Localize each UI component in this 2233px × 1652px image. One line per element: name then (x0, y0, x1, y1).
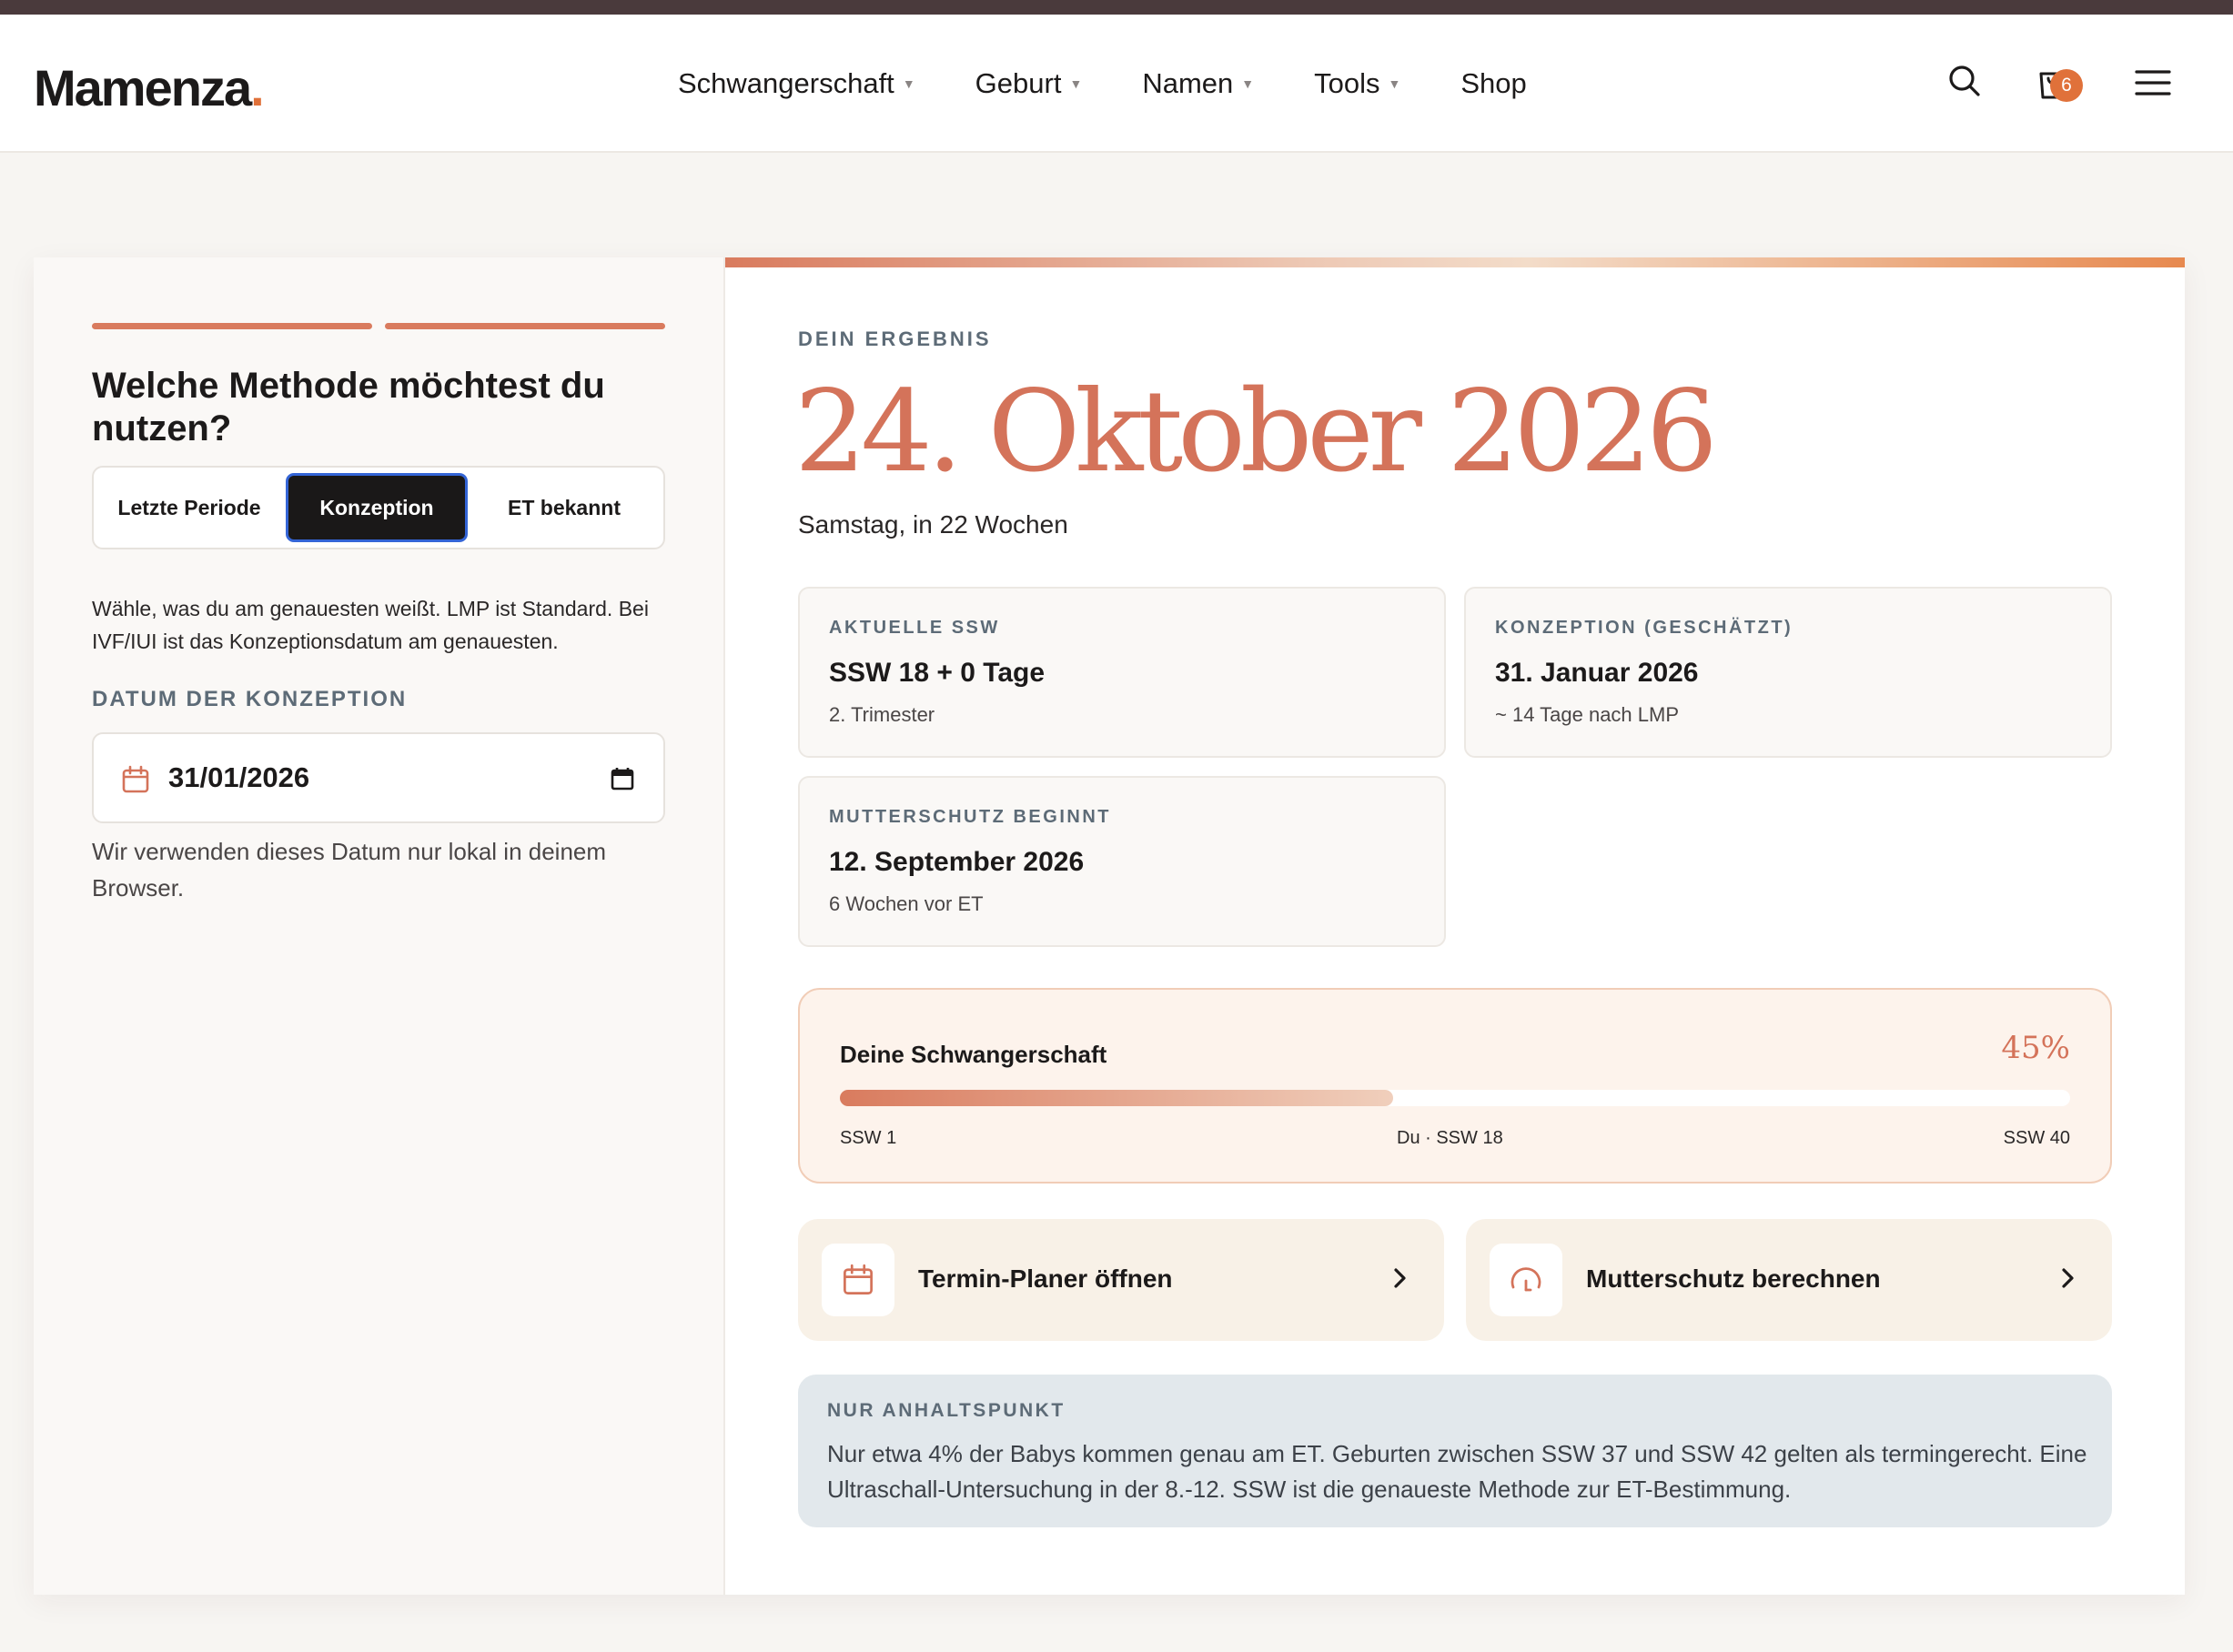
method-help-text: Wähle, was du am genauesten weißt. LMP i… (92, 597, 649, 653)
date-input-value: 31/01/2026 (168, 761, 310, 793)
termin-planer-button[interactable]: Termin-Planer öffnen (798, 1219, 1444, 1341)
info-card-subtext: ~ 14 Tage nach LMP (1495, 703, 1680, 726)
info-card-subtext: 2. Trimester (829, 703, 935, 726)
logo[interactable]: Mamenza. (34, 58, 265, 117)
step-indicator-1 (92, 323, 372, 329)
due-date: 24. Oktober 2026 (794, 367, 1718, 498)
result-gradient-strip (725, 257, 2185, 267)
disclaimer-note: NUR ANHALTSPUNKT Nur etwa 4% der Babys k… (798, 1375, 2112, 1527)
info-card-label: KONZEPTION (GESCHÄTZT) (1495, 618, 1793, 638)
progress-end-label: SSW 40 (2003, 1128, 2070, 1148)
method-option-et-bekannt[interactable]: ET bekannt (474, 473, 654, 542)
note-label: NUR ANHALTSPUNKT (827, 1400, 1066, 1421)
nav-label: Namen (1142, 67, 1234, 99)
nav-item-namen[interactable]: Namen ▼ (1142, 67, 1254, 100)
info-card-value: SSW 18 + 0 Tage (829, 658, 1046, 688)
nav-label: Schwangerschaft (678, 67, 894, 99)
nav-label: Shop (1460, 67, 1527, 99)
method-form: Welche Methode möchtest du nutzen? Letzt… (34, 257, 725, 1595)
nav-label: Geburt (975, 67, 1062, 99)
gauge-icon (1490, 1244, 1562, 1316)
date-privacy-note: Wir verwenden dieses Datum nur lokal in … (92, 838, 607, 902)
method-selector: Letzte Periode Konzeption ET bekannt (92, 466, 665, 549)
chevron-right-icon (2059, 1264, 2077, 1296)
chevron-down-icon: ▼ (1388, 76, 1401, 91)
top-accent-bar (0, 0, 2233, 15)
result-label: DEIN ERGEBNIS (798, 327, 992, 350)
due-date-subtitle: Samstag, in 22 Wochen (798, 510, 1068, 539)
info-card-label: MUTTERSCHUTZ BEGINNT (829, 807, 1111, 827)
progress-track (840, 1090, 2070, 1106)
method-option-konzeption[interactable]: Konzeption (286, 473, 468, 542)
chevron-down-icon: ▼ (902, 76, 915, 91)
info-card-subtext: 6 Wochen vor ET (829, 892, 984, 915)
site-header: Mamenza. Schwangerschaft ▼ Geburt ▼ Namen ▼… (0, 15, 2233, 153)
nav-item-shop[interactable]: Shop (1460, 67, 1526, 100)
logo-dot: . (250, 59, 265, 116)
info-card-conception: KONZEPTION (GESCHÄTZT) 31. Januar 2026 ~… (1464, 587, 2112, 758)
progress-percent: 45% (2001, 1030, 2070, 1066)
action-label: Mutterschutz berechnen (1586, 1264, 1881, 1293)
progress-fill (840, 1090, 1394, 1106)
progress-title: Deine Schwangerschaft (840, 1041, 1107, 1068)
chevron-right-icon (1391, 1264, 1410, 1296)
cart-count-badge: 6 (2050, 69, 2083, 102)
nav-label: Tools (1314, 67, 1380, 99)
method-option-letzte-periode[interactable]: Letzte Periode (99, 473, 279, 542)
info-card-current-week: AKTUELLE SSW SSW 18 + 0 Tage 2. Trimeste… (798, 587, 1446, 758)
conception-date-input[interactable]: 31/01/2026 (92, 732, 665, 823)
note-text: Nur etwa 4% der Babys kommen genau am ET… (827, 1440, 2087, 1503)
info-card-maternity-leave: MUTTERSCHUTZ BEGINNT 12. September 2026 … (798, 776, 1446, 947)
nav-item-tools[interactable]: Tools ▼ (1314, 67, 1400, 100)
pregnancy-progress-card: Deine Schwangerschaft 45% SSW 1 Du · SSW… (798, 988, 2112, 1184)
mutterschutz-button[interactable]: Mutterschutz berechnen (1466, 1219, 2112, 1341)
step-indicator-2 (385, 323, 665, 329)
action-label: Termin-Planer öffnen (918, 1264, 1173, 1293)
method-title: Welche Methode möchtest du nutzen? (92, 366, 605, 448)
menu-icon[interactable] (2135, 69, 2171, 101)
info-card-label: AKTUELLE SSW (829, 618, 1000, 638)
logo-text: Mamenza (34, 59, 252, 116)
chevron-down-icon: ▼ (1069, 76, 1083, 91)
chevron-down-icon: ▼ (1241, 76, 1255, 91)
calendar-icon (121, 765, 150, 799)
date-picker-icon[interactable] (611, 767, 634, 795)
info-card-value: 31. Januar 2026 (1495, 658, 1699, 688)
calendar-icon (822, 1244, 894, 1316)
progress-start-label: SSW 1 (840, 1128, 897, 1148)
calculator-card: Welche Methode möchtest du nutzen? Letzt… (34, 257, 2185, 1595)
info-card-value: 12. September 2026 (829, 847, 1085, 877)
nav-item-geburt[interactable]: Geburt ▼ (975, 67, 1083, 100)
nav-item-schwangerschaft[interactable]: Schwangerschaft ▼ (678, 67, 915, 100)
date-field-label: DATUM DER KONZEPTION (92, 687, 408, 711)
progress-current-label: Du · SSW 18 (1397, 1128, 1503, 1148)
search-icon[interactable] (1947, 64, 1982, 103)
main-nav: Schwangerschaft ▼ Geburt ▼ Namen ▼ Tools ▼ S… (678, 15, 1587, 153)
